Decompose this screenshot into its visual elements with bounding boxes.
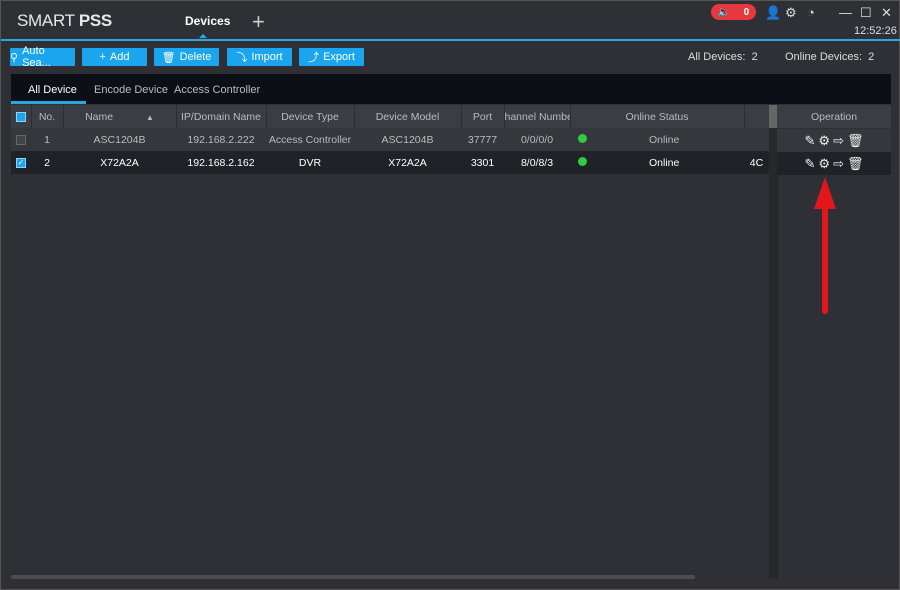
subtab-underline — [11, 101, 86, 104]
add-tab-icon[interactable]: + — [252, 9, 265, 35]
speaker-icon: 🔈 — [717, 6, 731, 18]
cell-type: Access Controller — [266, 128, 354, 151]
col-operation: Operation — [777, 105, 891, 128]
active-tab-indicator — [199, 34, 207, 38]
maximize-icon[interactable]: ☐ — [860, 5, 872, 21]
alarm-button[interactable]: 🔈 0 — [711, 4, 756, 20]
subtab-all-device[interactable]: All Device — [28, 84, 77, 96]
all-devices-count: All Devices: 2 — [688, 51, 758, 63]
search-icon: ⚲ — [10, 51, 19, 64]
gauge-icon[interactable]: ◔ — [807, 5, 815, 20]
select-all-checkbox[interactable] — [11, 105, 32, 128]
export-button[interactable]: ⤴ Export — [299, 48, 364, 66]
tab-devices[interactable]: Devices — [185, 14, 230, 28]
delete-button[interactable]: 🗑 Delete — [154, 48, 219, 66]
app-logo: SMART PSS — [17, 11, 112, 30]
table-row[interactable]: ✓ 2 X72A2A 192.168.2.162 DVR X72A2A 3301… — [11, 151, 769, 174]
logout-icon[interactable]: ⇨ — [833, 156, 844, 172]
vertical-scrollbar[interactable] — [769, 105, 777, 579]
table-row[interactable]: 1 ASC1204B 192.168.2.222 Access Controll… — [11, 128, 769, 151]
col-device-model[interactable]: Device Model — [354, 105, 462, 128]
cell-no: 1 — [31, 128, 63, 151]
header-divider — [1, 39, 900, 41]
device-table: No. Name ▲ IP/Domain Name Device Type De… — [11, 105, 770, 174]
col-device-type[interactable]: Device Type — [266, 105, 355, 128]
clock: 12:52:26 — [854, 25, 897, 37]
cell-status: Online — [570, 128, 744, 151]
cell-status: Online — [570, 151, 744, 174]
subtab-encode-device[interactable]: Encode Device — [94, 84, 168, 96]
plus-icon: + — [99, 51, 106, 63]
settings-icon[interactable]: ⚙ — [818, 133, 830, 149]
sort-asc-icon: ▲ — [146, 112, 154, 122]
alarm-count: 0 — [743, 6, 750, 18]
trash-icon[interactable]: 🗑 — [847, 156, 864, 172]
online-devices-count: Online Devices: 2 — [785, 51, 875, 63]
cell-port: 37777 — [461, 128, 504, 151]
col-ip[interactable]: IP/Domain Name — [176, 105, 267, 128]
gear-icon[interactable]: ⚙ — [785, 5, 797, 21]
add-button[interactable]: + Add — [82, 48, 147, 66]
col-extra[interactable] — [744, 105, 770, 128]
cell-type: DVR — [266, 151, 354, 174]
cell-ip: 192.168.2.222 — [176, 128, 266, 151]
cell-name: ASC1204B — [63, 128, 176, 151]
user-icon[interactable]: 👤 — [765, 5, 781, 21]
online-dot-icon — [578, 156, 587, 166]
cell-ip: 192.168.2.162 — [176, 151, 266, 174]
horizontal-scrollbar[interactable] — [11, 575, 695, 579]
cell-model: X72A2A — [354, 151, 461, 174]
col-online-status[interactable]: Online Status — [570, 105, 745, 128]
col-channel-number[interactable]: hannel Numbe — [504, 105, 571, 128]
cell-no: 2 — [31, 151, 63, 174]
minimize-icon[interactable]: — — [839, 5, 852, 20]
export-icon: ⤴ — [308, 52, 320, 64]
online-dot-icon — [578, 133, 587, 143]
cell-name: X72A2A — [63, 151, 176, 174]
import-icon: ⤵ — [236, 52, 248, 64]
auto-search-button[interactable]: ⚲ Auto Sea... — [10, 45, 75, 69]
operation-row: ✎ ⚙ ⇨ 🗑 — [777, 129, 891, 152]
row-checkbox[interactable] — [16, 134, 26, 145]
operation-row: ✎ ⚙ ⇨ 🗑 — [777, 152, 891, 175]
cell-model: ASC1204B — [354, 128, 461, 151]
cell-extra — [744, 128, 769, 151]
trash-icon: 🗑 — [161, 51, 176, 64]
red-arrow-annotation — [814, 177, 836, 314]
row-checkbox[interactable]: ✓ — [16, 157, 26, 168]
subtab-access-controller[interactable]: Access Controller — [174, 84, 260, 96]
logout-icon[interactable]: ⇨ — [833, 133, 844, 149]
table-header: No. Name ▲ IP/Domain Name Device Type De… — [11, 105, 770, 128]
col-name[interactable]: Name ▲ — [63, 105, 177, 128]
trash-icon[interactable]: 🗑 — [847, 133, 864, 149]
vertical-scroll-thumb[interactable] — [769, 105, 777, 128]
settings-icon[interactable]: ⚙ — [818, 156, 830, 172]
cell-port: 3301 — [461, 151, 504, 174]
edit-icon[interactable]: ✎ — [805, 156, 816, 172]
cell-channels: 0/0/0/0 — [504, 128, 570, 151]
import-button[interactable]: ⤵ Import — [227, 48, 292, 66]
cell-channels: 8/0/8/3 — [504, 151, 570, 174]
close-icon[interactable]: ✕ — [881, 5, 892, 21]
edit-icon[interactable]: ✎ — [805, 133, 816, 149]
col-no[interactable]: No. — [31, 105, 64, 128]
col-port[interactable]: Port — [461, 105, 505, 128]
cell-extra: 4C — [744, 151, 769, 174]
